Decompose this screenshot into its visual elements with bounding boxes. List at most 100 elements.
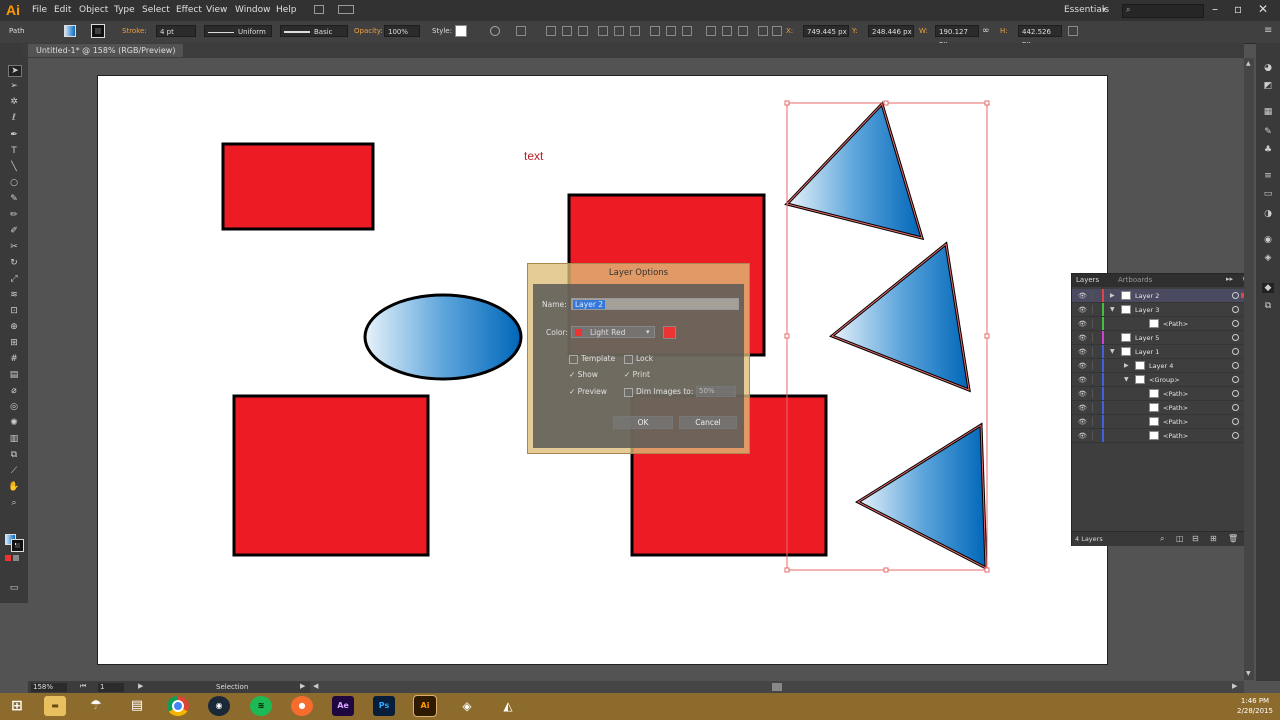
windows-start-icon[interactable]: ⊞ [6,696,28,716]
lock-toggle[interactable] [1092,403,1101,412]
menu-file[interactable]: File [32,5,47,15]
pencil-tool-icon[interactable]: ✏ [8,210,20,220]
distribute-center-icon[interactable] [666,26,676,36]
locate-object-icon[interactable]: ⌕ [1160,534,1164,544]
align-to-icon[interactable] [516,26,526,36]
reference-point-icon[interactable] [772,26,782,36]
expand-down-icon[interactable]: ▼ [1110,306,1115,313]
color-mode-icon[interactable] [5,555,11,561]
close-icon[interactable]: ✕ [1258,2,1268,16]
align-top-icon[interactable] [598,26,608,36]
layer-row[interactable]: 👁 ▶ Layer 4 [1072,359,1253,373]
gradient-panel-icon[interactable]: ▭ [1262,189,1274,199]
align-bottom-icon[interactable] [630,26,640,36]
artboard-number-field[interactable]: 1 [98,683,124,692]
layers-panel-icon[interactable]: ◆ [1262,283,1274,293]
maximize-icon[interactable]: ▫ [1234,2,1242,16]
distribute-hcenter-icon[interactable] [722,26,732,36]
selection-tool-icon[interactable]: ➤ [8,65,22,77]
align-left-icon[interactable] [546,26,556,36]
target-icon[interactable] [1232,376,1239,383]
stroke-color-box[interactable] [11,539,24,552]
shape-builder-tool-icon[interactable]: ⊕ [8,322,20,332]
next-artboard-icon[interactable]: ▶ [138,682,143,690]
chrome-icon[interactable] [167,696,189,716]
minimize-icon[interactable]: – [1212,2,1218,16]
show-checkbox[interactable]: ✓ Show [569,370,598,379]
menu-select[interactable]: Select [142,5,170,15]
transparency-panel-icon[interactable]: ◑ [1262,209,1274,219]
fill-swatch[interactable] [64,25,76,37]
steam-icon[interactable]: ◉ [208,696,230,716]
lock-checkbox[interactable]: Lock [624,354,653,364]
expand-right-icon[interactable]: ▶ [1124,362,1129,369]
artboard-tool-icon[interactable]: ⧉ [8,450,20,460]
lock-toggle[interactable] [1092,431,1101,440]
blob-brush-tool-icon[interactable]: ✐ [8,226,20,236]
layer-row[interactable]: 👁 ▼ <Group> [1072,373,1253,387]
scissors-tool-icon[interactable]: ✂ [8,242,20,252]
menu-object[interactable]: Object [79,5,108,15]
layer-row[interactable]: 👁 <Path> [1072,429,1253,443]
status-menu-icon[interactable]: ▶ [300,682,305,690]
column-graph-tool-icon[interactable]: ▥ [8,434,20,444]
system-clock[interactable]: 1:46 PM 2/28/2015 [1232,696,1278,716]
menu-help[interactable]: Help [276,5,297,15]
visibility-eye-icon[interactable]: 👁 [1078,390,1087,398]
pinned-app-icon[interactable]: ◈ [456,696,478,716]
visibility-eye-icon[interactable]: 👁 [1078,418,1087,426]
new-sublayer-icon[interactable]: ⊟ [1192,534,1199,543]
gradient-mode-icon[interactable] [13,555,19,561]
gradient-tool-icon[interactable]: ▤ [8,370,20,380]
document-tab[interactable]: Untitled-1* @ 158% (RGB/Preview) [28,44,184,57]
layer-row[interactable]: 👁 <Path> [1072,401,1253,415]
preview-checkbox[interactable]: ✓ Preview [569,387,607,396]
distribute-top-icon[interactable] [650,26,660,36]
lock-toggle[interactable] [1092,319,1101,328]
ellipse-tool-icon[interactable]: ○ [8,178,20,188]
graphic-style-swatch[interactable] [455,25,467,37]
lock-toggle[interactable] [1092,389,1101,398]
expand-right-icon[interactable]: ▶ [1110,292,1115,299]
free-transform-tool-icon[interactable]: ⊡ [8,306,20,316]
stroke-label[interactable]: Stroke: [122,27,147,35]
expand-down-icon[interactable]: ▼ [1124,376,1129,383]
dim-images-checkbox[interactable]: Dim Images to: [624,387,693,397]
panel-menu-icon[interactable]: ≡ [1264,25,1272,36]
perspective-grid-tool-icon[interactable]: ⊞ [8,338,20,348]
illustrator-icon[interactable]: Ai [413,695,437,717]
swatches-panel-icon[interactable]: ▦ [1262,107,1274,117]
eyedropper-tool-icon[interactable]: ⌀ [8,386,20,396]
mesh-tool-icon[interactable]: # [8,354,20,364]
brush-definition[interactable]: Basic [280,25,348,37]
layer-row[interactable]: 👁 <Path> [1072,387,1253,401]
symbol-sprayer-tool-icon[interactable]: ✺ [8,418,20,428]
layer-row[interactable]: 👁 <Path> [1072,317,1253,331]
menu-window[interactable]: Window [235,5,271,15]
cancel-button[interactable]: Cancel [679,416,737,429]
ok-button[interactable]: OK [613,416,673,429]
tab-artboards[interactable]: Artboards [1118,276,1152,284]
lock-toggle[interactable] [1092,375,1101,384]
w-field[interactable]: 190.127 px [935,25,979,48]
delete-layer-icon[interactable]: 🗑 [1228,534,1238,543]
dialog-title[interactable]: Layer Options [528,268,749,278]
layer-row[interactable]: 👁 ▼ Layer 1 [1072,345,1253,359]
line-tool-icon[interactable]: ╲ [8,162,20,172]
target-icon[interactable] [1232,306,1239,313]
collapse-panel-icon[interactable]: ▸▸ [1226,275,1233,283]
vertical-scrollbar[interactable]: ▲ ▼ [1244,58,1254,680]
bridge-icon[interactable] [314,5,324,14]
visibility-eye-icon[interactable]: 👁 [1078,292,1087,300]
menu-edit[interactable]: Edit [54,5,71,15]
menu-view[interactable]: View [206,5,227,15]
expand-down-icon[interactable]: ▼ [1110,348,1115,355]
dim-images-input[interactable]: 50% [696,386,736,397]
y-field[interactable]: 248.446 px [868,25,914,37]
file-explorer-icon[interactable]: ▬ [44,696,66,716]
blend-tool-icon[interactable]: ◎ [8,402,20,412]
rotate-tool-icon[interactable]: ↻ [8,258,20,268]
target-icon[interactable] [1232,418,1239,425]
magic-wand-tool-icon[interactable]: ✲ [8,97,20,107]
scroll-up-icon[interactable]: ▲ [1246,60,1251,67]
